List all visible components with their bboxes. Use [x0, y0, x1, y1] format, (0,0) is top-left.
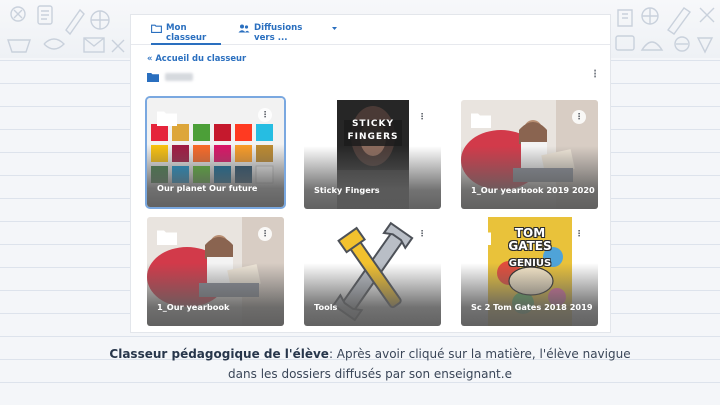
slide-caption: Classeur pédagogique de l'élève: Après a… — [100, 344, 640, 384]
chevron-down-icon — [332, 27, 337, 30]
folder-title: Tools — [314, 302, 338, 312]
folder-card-yearbook[interactable]: ⋮ 1_Our yearbook — [147, 217, 284, 326]
folder-icon — [157, 111, 177, 126]
back-to-home-link[interactable]: « Accueil du classeur — [147, 53, 246, 63]
folder-title: Sticky Fingers — [314, 185, 380, 195]
folder-icon — [314, 230, 334, 245]
card-shade — [461, 145, 598, 209]
top-tab-bar: Mon classeur Diffusions vers ... — [131, 15, 610, 45]
folder-card-sticky-fingers[interactable]: STICKY FINGERS ⋮ Sticky Fingers — [304, 100, 441, 209]
caption-strong: Classeur pédagogique de l'élève — [109, 347, 329, 361]
folder-card-yearbook-2019-2020[interactable]: ⋮ 1_Our yearbook 2019 2020 — [461, 100, 598, 209]
card-options-button[interactable]: ⋮ — [415, 110, 429, 124]
folder-card-tools[interactable]: ⋮ Tools — [304, 217, 441, 326]
card-options-button[interactable]: ⋮ — [258, 227, 272, 241]
folder-icon — [151, 24, 162, 33]
folder-icon — [157, 230, 177, 245]
users-icon — [238, 24, 250, 33]
card-shade — [147, 143, 284, 207]
blurred-folder-name — [165, 73, 193, 81]
current-folder-breadcrumb — [147, 72, 193, 82]
tab-mon-classeur-label: Mon classeur — [166, 23, 207, 43]
folder-icon — [147, 73, 159, 82]
folder-title: 1_Our yearbook 2019 2020 — [471, 185, 595, 195]
card-shade — [304, 262, 441, 326]
card-shade — [147, 262, 284, 326]
cover-text: STICKY FINGERS — [337, 118, 409, 144]
card-options-button[interactable]: ⋮ — [572, 110, 586, 124]
folder-title: 1_Our yearbook — [157, 302, 230, 312]
folder-options-button[interactable]: ⋮ — [590, 70, 600, 80]
cover-word: GENIUS — [508, 258, 552, 269]
folder-card-our-planet[interactable]: ⋮ Our planet Our future — [147, 98, 284, 207]
cover-word: STICKY — [351, 119, 395, 129]
card-shade — [461, 262, 598, 326]
card-options-button[interactable]: ⋮ — [415, 227, 429, 241]
classeur-app-window: Mon classeur Diffusions vers ... « Accue… — [131, 15, 610, 332]
card-shade — [304, 145, 441, 209]
tab-mon-classeur[interactable]: Mon classeur — [151, 23, 221, 45]
cover-text: TOM GATES GENIUS — [488, 227, 572, 270]
cover-word: FINGERS — [347, 132, 399, 142]
folder-title: Our planet Our future — [157, 183, 258, 193]
tab-diffusions[interactable]: Diffusions vers ... — [238, 23, 338, 45]
folder-card-tom-gates[interactable]: TOM GATES GENIUS ⋮ Sc 2 Tom Gates 2018 2… — [461, 217, 598, 326]
cover-word: GATES — [508, 239, 552, 253]
folder-title: Sc 2 Tom Gates 2018 2019 — [471, 302, 593, 312]
card-options-button[interactable]: ⋮ — [258, 108, 272, 122]
folder-icon — [471, 230, 491, 245]
tab-diffusions-label: Diffusions vers ... — [254, 23, 303, 43]
card-options-button[interactable]: ⋮ — [572, 227, 586, 241]
folder-icon — [314, 113, 334, 128]
folder-icon — [471, 113, 491, 128]
